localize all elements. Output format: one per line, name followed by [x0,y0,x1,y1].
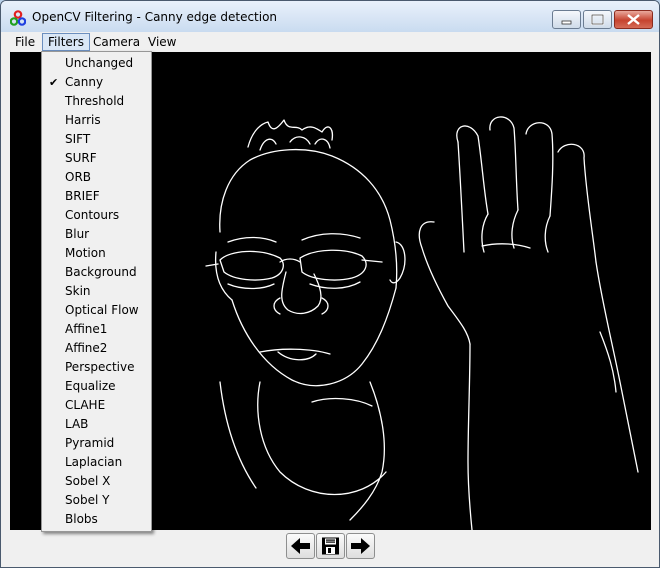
menu-item-label: Laplacian [65,455,123,469]
menu-item-unchanged[interactable]: Unchanged [42,54,151,73]
menu-item-label: Optical Flow [65,303,139,317]
title-bar[interactable]: OpenCV Filtering - Canny edge detection [1,1,659,32]
menu-bar: File Filters Camera View [5,32,655,51]
menu-file[interactable]: File [9,33,41,51]
menu-item-label: ORB [65,170,92,184]
menu-item-label: Equalize [65,379,116,393]
menu-item-label: Pyramid [65,436,115,450]
next-button[interactable] [346,533,375,559]
menu-item-affine1[interactable]: Affine1 [42,320,151,339]
app-window: OpenCV Filtering - Canny edge detection [0,0,660,568]
menu-item-label: Threshold [65,94,125,108]
menu-item-sift[interactable]: SIFT [42,130,151,149]
menu-item-perspective[interactable]: Perspective [42,358,151,377]
menu-item-contours[interactable]: Contours [42,206,151,225]
menu-item-label: SURF [65,151,97,165]
menu-item-surf[interactable]: SURF [42,149,151,168]
arrow-right-icon [351,538,370,554]
menu-item-lab[interactable]: LAB [42,415,151,434]
minimize-button[interactable] [552,10,581,29]
menu-item-sobel-y[interactable]: Sobel Y [42,491,151,510]
save-button[interactable] [316,533,345,559]
maximize-button[interactable] [583,10,612,29]
menu-item-label: Motion [65,246,106,260]
close-button[interactable] [614,10,653,29]
menu-item-motion[interactable]: Motion [42,244,151,263]
menu-item-label: Affine2 [65,341,108,355]
menu-item-laplacian[interactable]: Laplacian [42,453,151,472]
menu-item-label: Skin [65,284,91,298]
menu-item-label: Sobel Y [65,493,110,507]
menu-item-label: Harris [65,113,101,127]
maximize-icon [590,13,605,26]
menu-item-label: Contours [65,208,120,222]
previous-button[interactable] [286,533,315,559]
menu-view[interactable]: View [142,33,182,51]
close-icon [627,14,640,25]
menu-item-label: BRIEF [65,189,100,203]
checkmark-icon: ✔ [49,76,59,89]
menu-item-orb[interactable]: ORB [42,168,151,187]
menu-item-clahe[interactable]: CLAHE [42,396,151,415]
menu-item-sobel-x[interactable]: Sobel X [42,472,151,491]
arrow-left-icon [291,538,310,554]
opencv-logo-icon [10,10,26,26]
menu-item-threshold[interactable]: Threshold [42,92,151,111]
minimize-icon [561,20,572,25]
menu-item-harris[interactable]: Harris [42,111,151,130]
menu-item-blobs[interactable]: Blobs [42,510,151,529]
menu-filters[interactable]: Filters [42,33,90,51]
menu-item-blur[interactable]: Blur [42,225,151,244]
menu-item-label: Perspective [65,360,135,374]
menu-item-label: SIFT [65,132,91,146]
menu-item-label: Blobs [65,512,98,526]
menu-item-skin[interactable]: Skin [42,282,151,301]
menu-item-affine2[interactable]: Affine2 [42,339,151,358]
menu-item-pyramid[interactable]: Pyramid [42,434,151,453]
menu-item-optical-flow[interactable]: Optical Flow [42,301,151,320]
menu-item-label: Affine1 [65,322,108,336]
menu-item-background[interactable]: Background [42,263,151,282]
menu-item-label: Background [65,265,137,279]
menu-item-label: LAB [65,417,89,431]
window-title: OpenCV Filtering - Canny edge detection [32,10,278,24]
menu-item-label: Blur [65,227,90,241]
menu-item-canny[interactable]: ✔ Canny [42,73,151,92]
menu-item-brief[interactable]: BRIEF [42,187,151,206]
save-icon [322,537,339,555]
menu-item-label: Unchanged [65,56,134,70]
filters-dropdown-menu: Unchanged ✔ Canny Threshold Harris SIFT S… [41,51,152,532]
menu-camera[interactable]: Camera [87,33,146,51]
caption-buttons [550,10,653,29]
menu-item-label: Sobel X [65,474,111,488]
menu-item-equalize[interactable]: Equalize [42,377,151,396]
menu-item-label: CLAHE [65,398,106,412]
menu-item-label: Canny [65,75,104,89]
